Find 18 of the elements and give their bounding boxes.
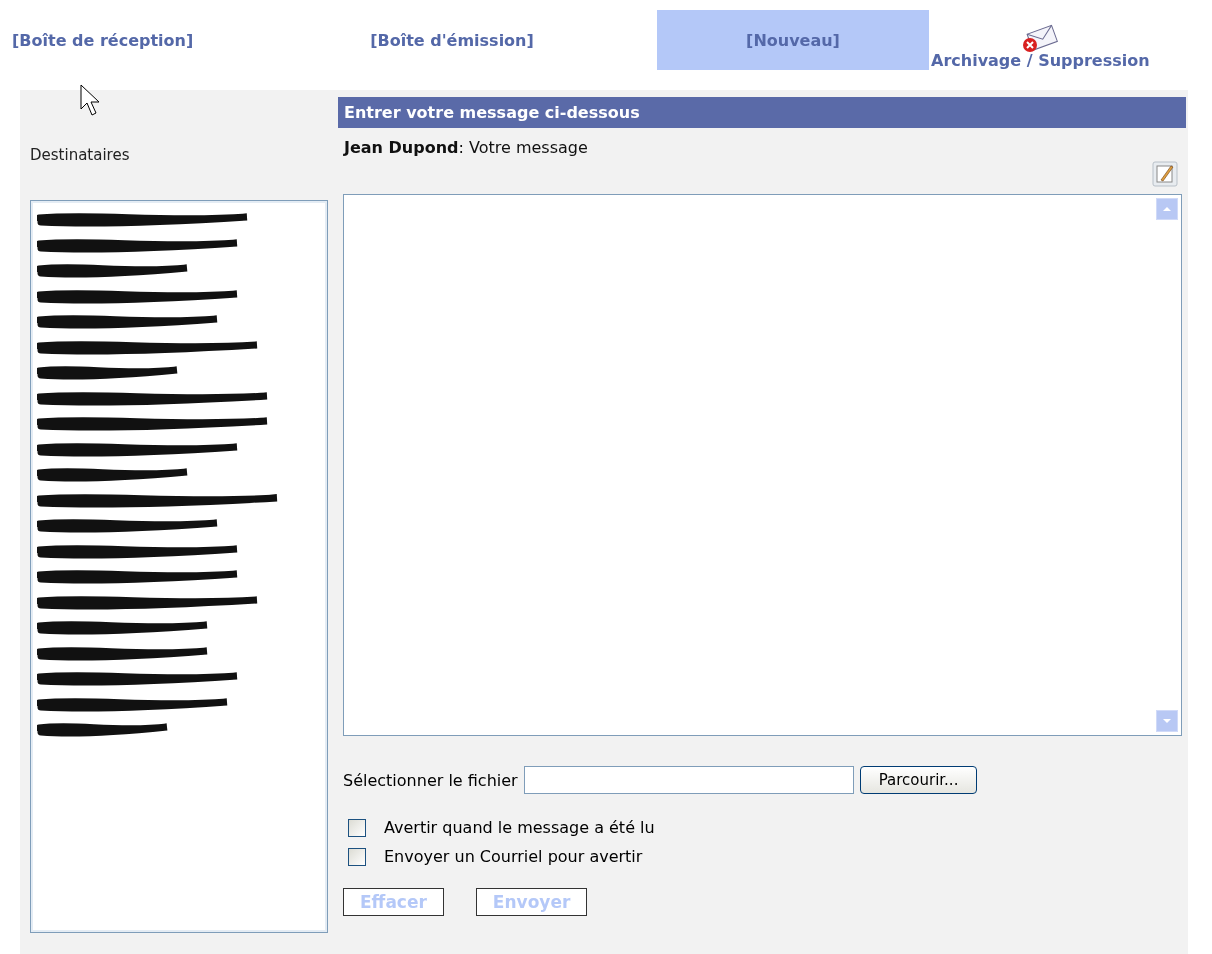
recipients-list[interactable] bbox=[30, 200, 328, 933]
file-label: Sélectionner le fichier bbox=[343, 770, 518, 790]
recipients-label: Destinataires bbox=[30, 146, 131, 164]
checkbox[interactable] bbox=[348, 818, 366, 837]
checkbox-label: Envoyer un Courriel pour avertir bbox=[384, 847, 643, 866]
mouse-cursor-icon bbox=[80, 84, 102, 118]
archive-link[interactable]: Archivage / Suppression bbox=[931, 51, 1150, 70]
sender-line: Jean Dupond: Votre message bbox=[344, 138, 589, 157]
browse-button[interactable]: Parcourir... bbox=[859, 766, 978, 794]
checkbox-label: Avertir quand le message a été lu bbox=[384, 818, 655, 837]
file-field[interactable] bbox=[523, 766, 854, 794]
envelope-delete-icon[interactable] bbox=[1021, 23, 1060, 55]
edit-icon[interactable] bbox=[1152, 161, 1178, 187]
checkbox[interactable] bbox=[348, 847, 366, 866]
compose-header: Entrer votre message ci-dessous bbox=[338, 97, 1186, 128]
nav-tab[interactable]: [Boîte d'émission] bbox=[247, 10, 657, 70]
nav-tab[interactable]: [Nouveau] bbox=[657, 10, 929, 70]
nav-tab[interactable]: [Boîte de réception] bbox=[8, 10, 247, 70]
